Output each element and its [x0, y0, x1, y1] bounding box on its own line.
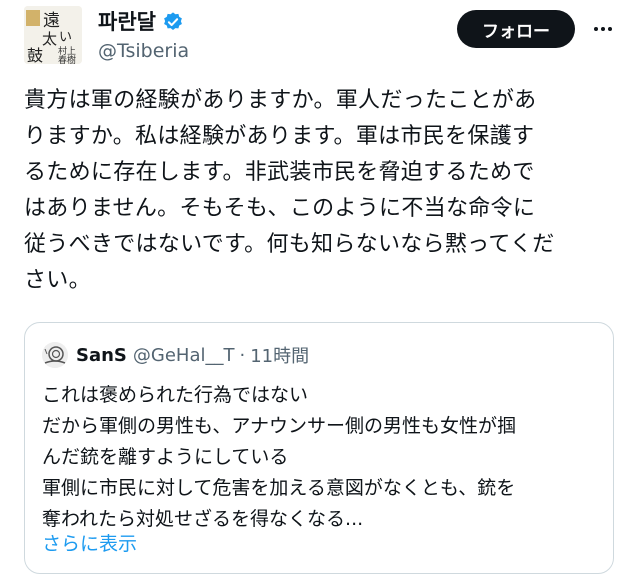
author-display-name[interactable]: 파란달 [98, 8, 156, 36]
quote-line: んだ銃を離すようにしている [42, 446, 289, 468]
verified-badge-icon [162, 11, 184, 33]
avatar-char-1: 遠 [43, 11, 60, 31]
quote-separator: · [239, 344, 246, 366]
tweet-line: りますか。私は経験があります。軍は市民を保護す [24, 124, 535, 149]
quote-timestamp[interactable]: 11時間 [250, 342, 309, 368]
tweet-line: 貴方は軍の経験がありますか。軍人だったことがあ [24, 88, 537, 113]
show-more-link[interactable]: さらに表示 [42, 529, 137, 560]
tweet-line: さい。 [24, 268, 91, 293]
tweet-header: 遠 い 太 鼓 村上 春樹 파란달 @Tsiberia フォロー [24, 6, 616, 66]
quote-author-avatar[interactable] [42, 342, 68, 368]
tweet-line: はありません。そもそも、このように不当な命令に [24, 196, 536, 221]
display-name-row: 파란달 [98, 8, 189, 36]
author-handle[interactable]: @Tsiberia [98, 38, 189, 64]
quote-text: これは褒められた行為ではない だから軍側の男性も、アナウンサー側の男性も女性が掴… [42, 380, 602, 535]
follow-button[interactable]: フォロー [457, 10, 575, 48]
avatar-char-4: 鼓 [27, 46, 43, 64]
tweet-text: 貴方は軍の経験がありますか。軍人だったことがあ りますか。私は経験があります。軍… [24, 83, 616, 299]
quote-header: SanS @GeHal__T · 11時間 [42, 341, 309, 369]
avatar-char-2: い [59, 30, 72, 45]
author-name-block: 파란달 @Tsiberia [98, 8, 189, 64]
quote-line: 軍側に市民に対して危害を加える意図がなくとも、銃を [42, 477, 516, 499]
tweet-line: 従うべきではないです。何も知らないなら黙ってくだ [24, 232, 555, 257]
quote-line: これは褒められた行為ではない [42, 384, 309, 406]
quote-author-name[interactable]: SanS [76, 345, 127, 366]
author-avatar[interactable]: 遠 い 太 鼓 村上 春樹 [24, 6, 82, 64]
quoted-tweet-card[interactable]: SanS @GeHal__T · 11時間 これは褒められた行為ではない だから… [24, 322, 614, 574]
quote-author-handle[interactable]: @GeHal__T [133, 345, 235, 366]
more-dots-icon[interactable] [590, 16, 616, 42]
avatar-char-6: 春樹 [58, 54, 76, 64]
avatar-char-3: 太 [42, 30, 57, 48]
quote-line: だから軍側の男性も、アナウンサー側の男性も女性が掴 [42, 415, 517, 437]
tweet-line: るために存在します。非武装市民を脅迫するためで [24, 160, 535, 185]
